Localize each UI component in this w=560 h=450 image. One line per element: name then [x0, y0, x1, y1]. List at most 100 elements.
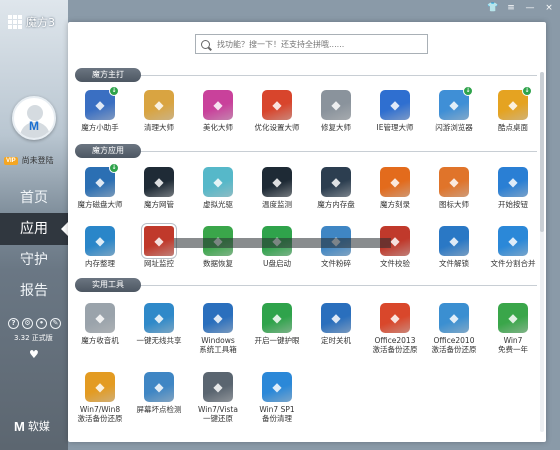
app-tile[interactable]: ◆ 魔方网管 — [133, 167, 185, 209]
app-tile[interactable]: ◆ 清理大师 — [133, 90, 185, 132]
app-tile-sublabel: 激活备份还原 — [77, 414, 123, 423]
app-tile[interactable]: ◆ 定时关机 — [310, 303, 362, 345]
close-button[interactable]: × — [544, 3, 554, 13]
nav-report[interactable]: 报告 — [0, 275, 68, 307]
app-tile-sublabel: 激活备份还原 — [372, 345, 418, 354]
sidebar-tools: ? ⚙ • ✎ — [8, 318, 61, 329]
help-icon[interactable]: ? — [8, 318, 19, 329]
app-tile[interactable]: ◆ 文件解锁 — [428, 226, 480, 268]
app-tile[interactable]: ◆ 屏幕坏点检测 — [133, 372, 185, 414]
app-tile-label: IE管理大师 — [376, 123, 414, 132]
app-tile-label: 一键无线共享 — [136, 336, 182, 345]
app-tile[interactable]: ◆ 文件分割合并 — [487, 226, 539, 268]
browser-icon: ◆ ↓ — [439, 86, 473, 120]
app-tile[interactable]: ◆ 内存整理 — [74, 226, 126, 268]
app-brand[interactable]: 魔方3 — [8, 14, 55, 30]
app-tile-label: 文件分割合并 — [490, 259, 536, 268]
app-tile-label: Win7/Win8 — [79, 405, 121, 414]
app-tile[interactable]: ◆ 开启一键护眼 — [251, 303, 303, 345]
burn-icon: ◆ — [380, 167, 410, 197]
login-row[interactable]: VIP 尚未登陆 — [4, 155, 54, 166]
app-tile[interactable]: ◆ 虚拟光驱 — [192, 167, 244, 209]
app-tile[interactable]: ◆ ↓ 魔方小助手 — [74, 86, 126, 132]
app-tile[interactable]: ◆ 开始按钮 — [487, 167, 539, 209]
app-tile-label: Win7 SP1 — [259, 405, 295, 414]
app-tile[interactable]: ◆ Win7 SP1 备份清理 — [251, 372, 303, 423]
icon-master-icon: ◆ — [439, 167, 469, 197]
app-tile[interactable]: ◆ Windows 系统工具箱 — [192, 303, 244, 354]
app-tile-label: 开启一键护眼 — [254, 336, 300, 345]
app-tile[interactable]: ◆ Office2010 激活备份还原 — [428, 303, 480, 354]
app-tile[interactable]: ◆ Win7/Vista 一键还原 — [192, 372, 244, 423]
app-tile-label: 内存整理 — [85, 259, 115, 268]
app-tile[interactable]: ◆ 一键无线共享 — [133, 303, 185, 345]
app-tile[interactable]: ◆ 魔方刻录 — [369, 167, 421, 209]
scrollbar-thumb[interactable] — [540, 72, 544, 232]
radio-icon: ◆ — [85, 303, 115, 333]
scrollbar[interactable] — [540, 72, 544, 432]
app-tile[interactable]: ◆ ↓ 酷点桌面 — [487, 86, 539, 132]
app-tile[interactable]: ◆ 魔方内存盘 — [310, 167, 362, 209]
section-title: 魔方主打 — [75, 68, 141, 82]
minimize-button[interactable]: — — [525, 3, 535, 13]
app-tile[interactable]: ◆ 修复大师 — [310, 90, 362, 132]
nav-apps[interactable]: 应用 — [0, 213, 68, 245]
app-tile-sublabel: 系统工具箱 — [199, 345, 237, 354]
app-tile-label: 魔方磁盘大师 — [77, 200, 123, 209]
search-icon[interactable] — [201, 39, 210, 49]
nav-guard[interactable]: 守护 — [0, 244, 68, 276]
app-tile[interactable]: ◆ Office2013 激活备份还原 — [369, 303, 421, 354]
app-tile[interactable]: ◆ ↓ 闪游浏览器 — [428, 86, 480, 132]
app-tile-sublabel: 激活备份还原 — [431, 345, 477, 354]
app-tile-label: Windows — [201, 336, 235, 345]
skin-button[interactable]: 👕 — [487, 3, 498, 13]
app-tile-label: 文件解锁 — [439, 259, 469, 268]
menu-button[interactable]: ≡ — [506, 3, 516, 13]
app-tile-label: 屏幕坏点检测 — [136, 405, 182, 414]
feedback-icon[interactable]: ✎ — [50, 318, 61, 329]
app-tile-label: 温度监测 — [262, 200, 292, 209]
search-box[interactable] — [195, 34, 428, 54]
rocket-icon: ◆ — [262, 90, 292, 120]
split-icon: ◆ — [498, 226, 528, 256]
section-divider — [75, 151, 537, 152]
settings-icon[interactable]: ⚙ — [22, 318, 33, 329]
app-tile-label: 清理大师 — [144, 123, 174, 132]
heart-icon[interactable]: ♥ — [29, 348, 39, 361]
app-tile[interactable]: ◆ 魔方收音机 — [74, 303, 126, 345]
brush-icon: ◆ — [203, 90, 233, 120]
app-tile-label: 酷点桌面 — [498, 123, 528, 132]
skin-icon[interactable]: • — [36, 318, 47, 329]
app-tile[interactable]: ◆ ↓ 魔方磁盘大师 — [74, 163, 126, 209]
app-tile[interactable]: ◆ 温度监测 — [251, 167, 303, 209]
windows-toolbox-icon: ◆ — [203, 303, 233, 333]
monitor-icon: ◆ — [144, 372, 174, 402]
app-tile-label: 数据恢复 — [203, 259, 233, 268]
app-tile[interactable]: ◆ 优化设置大师 — [251, 90, 303, 132]
nav-home[interactable]: 首页 — [0, 182, 68, 214]
disc-icon: ◆ — [203, 167, 233, 197]
search-input[interactable] — [217, 39, 417, 49]
app-title: 魔方3 — [26, 16, 55, 29]
app-tile-sublabel: 一键还原 — [203, 414, 233, 423]
vendor-logo[interactable]: M 软媒 — [14, 418, 50, 434]
section-divider — [75, 75, 537, 76]
app-tile-label: U盘启动 — [263, 259, 291, 268]
power-icon: ◆ — [321, 303, 351, 333]
activate-icon: ◆ — [85, 372, 115, 402]
update-badge-icon: ↓ — [109, 86, 119, 96]
thermometer-icon: ◆ — [262, 167, 292, 197]
app-tile[interactable]: ◆ 图标大师 — [428, 167, 480, 209]
main-panel: 魔方主打◆↓魔方小助手◆清理大师◆美化大师◆优化设置大师◆修复大师◆IE管理大师… — [68, 22, 546, 442]
window-controls: 👕 ≡ — × — [487, 3, 554, 13]
avatar[interactable]: M — [12, 96, 56, 140]
vendor-mark: M — [14, 418, 25, 434]
login-status[interactable]: 尚未登陆 — [22, 155, 54, 166]
app-tile[interactable]: ◆ Win7 免费一年 — [487, 303, 539, 354]
app-grid-icon — [8, 15, 22, 29]
update-badge-icon: ↓ — [109, 163, 119, 173]
app-tile[interactable]: ◆ 美化大师 — [192, 90, 244, 132]
app-tile[interactable]: ◆ IE管理大师 — [369, 90, 421, 132]
app-tile-label: 开始按钮 — [498, 200, 528, 209]
app-tile[interactable]: ◆ Win7/Win8 激活备份还原 — [74, 372, 126, 423]
